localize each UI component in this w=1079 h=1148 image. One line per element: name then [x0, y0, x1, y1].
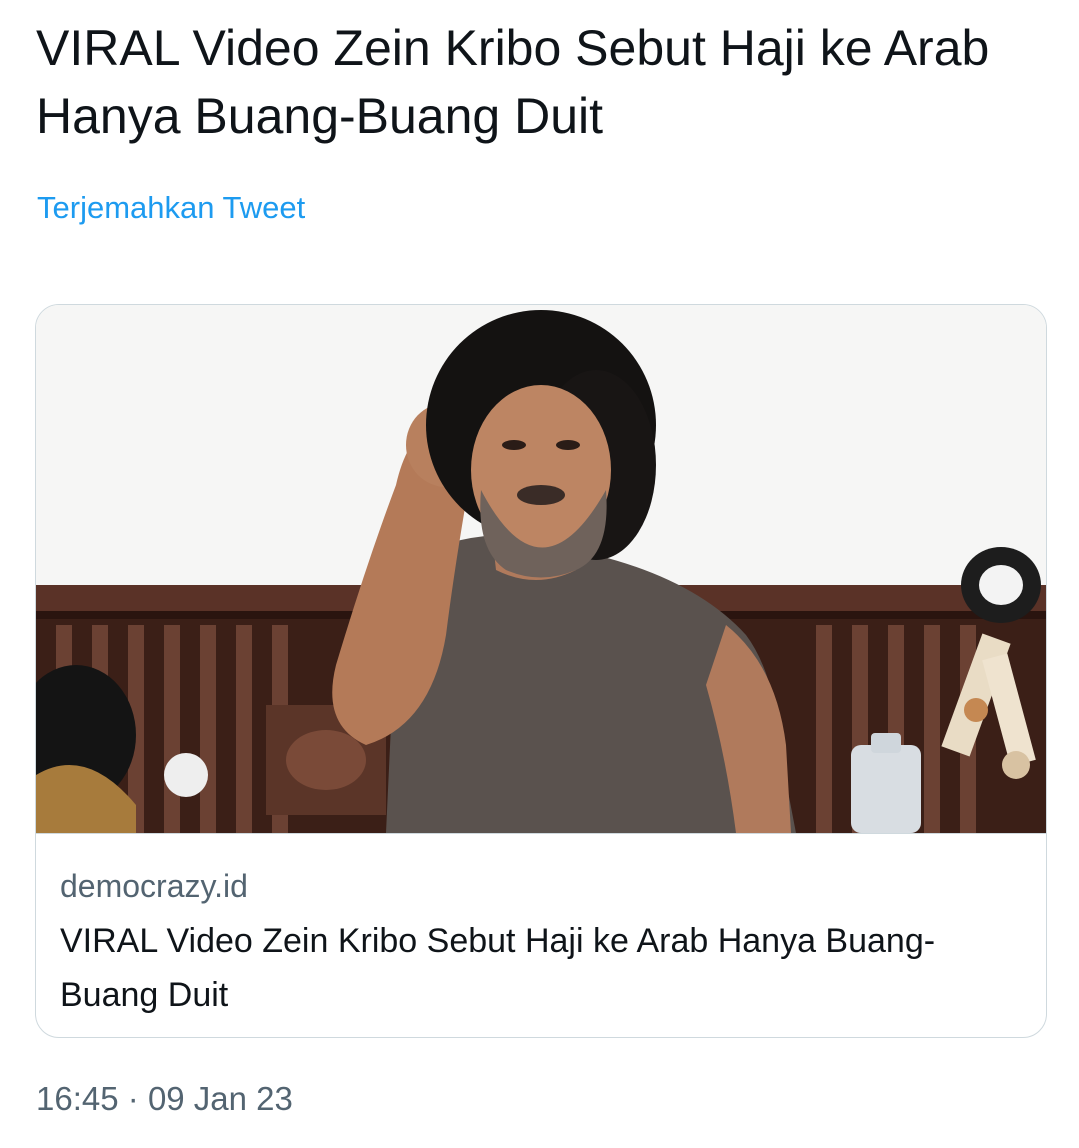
tweet-text: VIRAL Video Zein Kribo Sebut Haji ke Ara… [36, 20, 990, 144]
tweet-date[interactable]: 09 Jan 23 [148, 1080, 293, 1117]
link-domain: democrazy.id [60, 868, 248, 904]
timestamp-separator: · [127, 1080, 139, 1117]
link-preview-card[interactable]: democrazy.id VIRAL Video Zein Kribo Sebu… [35, 304, 1047, 1038]
tweet-time[interactable]: 16:45 [36, 1080, 119, 1117]
link-title: VIRAL Video Zein Kribo Sebut Haji ke Ara… [60, 922, 936, 1014]
translate-tweet-link[interactable]: Terjemahkan Tweet [37, 188, 305, 228]
link-preview-details[interactable]: democrazy.id VIRAL Video Zein Kribo Sebu… [36, 833, 1046, 1037]
tweet-timestamp[interactable]: 16:45 · 09 Jan 23 [36, 1078, 293, 1120]
link-preview-image[interactable] [36, 305, 1046, 833]
